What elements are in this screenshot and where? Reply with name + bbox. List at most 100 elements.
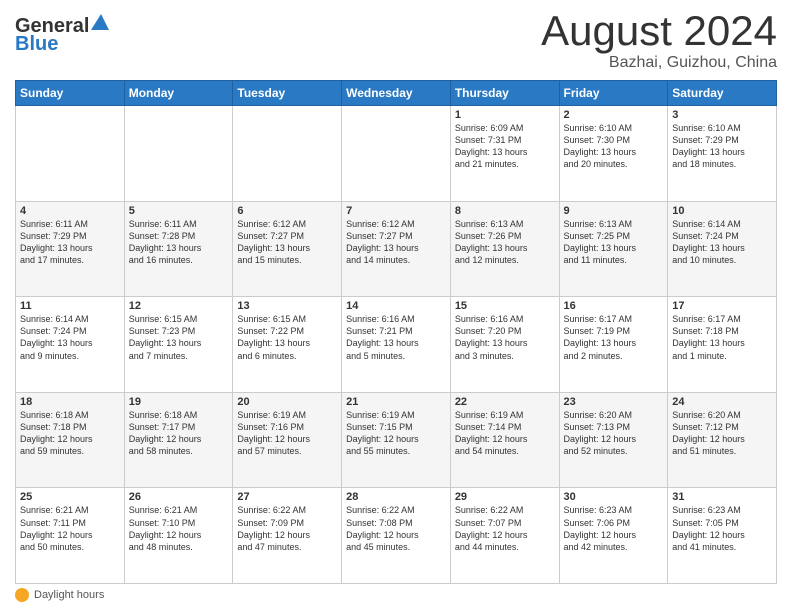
calendar-cell: 27Sunrise: 6:22 AM Sunset: 7:09 PM Dayli…	[233, 488, 342, 584]
calendar-week-5: 25Sunrise: 6:21 AM Sunset: 7:11 PM Dayli…	[16, 488, 777, 584]
day-number: 31	[672, 491, 772, 503]
calendar-cell: 7Sunrise: 6:12 AM Sunset: 7:27 PM Daylig…	[342, 201, 451, 297]
day-info: Sunrise: 6:19 AM Sunset: 7:16 PM Dayligh…	[237, 409, 337, 458]
calendar-cell: 15Sunrise: 6:16 AM Sunset: 7:20 PM Dayli…	[450, 297, 559, 393]
day-info: Sunrise: 6:18 AM Sunset: 7:18 PM Dayligh…	[20, 409, 120, 458]
title-section: August 2024 Bazhai, Guizhou, China	[541, 10, 777, 72]
day-info: Sunrise: 6:20 AM Sunset: 7:12 PM Dayligh…	[672, 409, 772, 458]
day-info: Sunrise: 6:14 AM Sunset: 7:24 PM Dayligh…	[20, 313, 120, 362]
day-number: 8	[455, 205, 555, 217]
calendar-cell: 13Sunrise: 6:15 AM Sunset: 7:22 PM Dayli…	[233, 297, 342, 393]
calendar-cell	[342, 106, 451, 202]
calendar-cell: 10Sunrise: 6:14 AM Sunset: 7:24 PM Dayli…	[668, 201, 777, 297]
day-info: Sunrise: 6:22 AM Sunset: 7:07 PM Dayligh…	[455, 504, 555, 553]
col-header-sunday: Sunday	[16, 81, 125, 106]
day-info: Sunrise: 6:13 AM Sunset: 7:25 PM Dayligh…	[564, 218, 664, 267]
daylight-label: Daylight hours	[34, 589, 104, 601]
day-info: Sunrise: 6:10 AM Sunset: 7:30 PM Dayligh…	[564, 122, 664, 171]
day-number: 27	[237, 491, 337, 503]
day-info: Sunrise: 6:19 AM Sunset: 7:15 PM Dayligh…	[346, 409, 446, 458]
day-number: 19	[129, 396, 229, 408]
day-info: Sunrise: 6:11 AM Sunset: 7:29 PM Dayligh…	[20, 218, 120, 267]
calendar-cell: 30Sunrise: 6:23 AM Sunset: 7:06 PM Dayli…	[559, 488, 668, 584]
day-info: Sunrise: 6:17 AM Sunset: 7:19 PM Dayligh…	[564, 313, 664, 362]
header: General Blue August 2024 Bazhai, Guizhou…	[15, 10, 777, 72]
calendar-cell: 26Sunrise: 6:21 AM Sunset: 7:10 PM Dayli…	[124, 488, 233, 584]
day-info: Sunrise: 6:20 AM Sunset: 7:13 PM Dayligh…	[564, 409, 664, 458]
day-info: Sunrise: 6:09 AM Sunset: 7:31 PM Dayligh…	[455, 122, 555, 171]
col-header-thursday: Thursday	[450, 81, 559, 106]
calendar-cell: 24Sunrise: 6:20 AM Sunset: 7:12 PM Dayli…	[668, 392, 777, 488]
day-number: 24	[672, 396, 772, 408]
calendar-week-3: 11Sunrise: 6:14 AM Sunset: 7:24 PM Dayli…	[16, 297, 777, 393]
calendar-cell: 21Sunrise: 6:19 AM Sunset: 7:15 PM Dayli…	[342, 392, 451, 488]
day-number: 30	[564, 491, 664, 503]
day-info: Sunrise: 6:23 AM Sunset: 7:06 PM Dayligh…	[564, 504, 664, 553]
calendar-cell	[233, 106, 342, 202]
calendar-cell: 1Sunrise: 6:09 AM Sunset: 7:31 PM Daylig…	[450, 106, 559, 202]
calendar-cell: 14Sunrise: 6:16 AM Sunset: 7:21 PM Dayli…	[342, 297, 451, 393]
day-info: Sunrise: 6:11 AM Sunset: 7:28 PM Dayligh…	[129, 218, 229, 267]
calendar-cell: 28Sunrise: 6:22 AM Sunset: 7:08 PM Dayli…	[342, 488, 451, 584]
calendar-cell	[124, 106, 233, 202]
logo-triangle-icon	[91, 12, 111, 32]
col-header-friday: Friday	[559, 81, 668, 106]
logo-blue: Blue	[15, 33, 111, 55]
col-header-tuesday: Tuesday	[233, 81, 342, 106]
col-header-wednesday: Wednesday	[342, 81, 451, 106]
col-header-saturday: Saturday	[668, 81, 777, 106]
calendar-cell: 29Sunrise: 6:22 AM Sunset: 7:07 PM Dayli…	[450, 488, 559, 584]
calendar-cell: 19Sunrise: 6:18 AM Sunset: 7:17 PM Dayli…	[124, 392, 233, 488]
day-info: Sunrise: 6:16 AM Sunset: 7:21 PM Dayligh…	[346, 313, 446, 362]
day-number: 21	[346, 396, 446, 408]
day-info: Sunrise: 6:12 AM Sunset: 7:27 PM Dayligh…	[237, 218, 337, 267]
footer: Daylight hours	[15, 588, 777, 602]
day-info: Sunrise: 6:17 AM Sunset: 7:18 PM Dayligh…	[672, 313, 772, 362]
day-number: 1	[455, 109, 555, 121]
calendar-week-4: 18Sunrise: 6:18 AM Sunset: 7:18 PM Dayli…	[16, 392, 777, 488]
calendar-cell: 3Sunrise: 6:10 AM Sunset: 7:29 PM Daylig…	[668, 106, 777, 202]
calendar-cell: 20Sunrise: 6:19 AM Sunset: 7:16 PM Dayli…	[233, 392, 342, 488]
day-number: 14	[346, 300, 446, 312]
day-number: 22	[455, 396, 555, 408]
day-info: Sunrise: 6:16 AM Sunset: 7:20 PM Dayligh…	[455, 313, 555, 362]
day-number: 26	[129, 491, 229, 503]
calendar-cell: 4Sunrise: 6:11 AM Sunset: 7:29 PM Daylig…	[16, 201, 125, 297]
calendar-cell: 9Sunrise: 6:13 AM Sunset: 7:25 PM Daylig…	[559, 201, 668, 297]
day-number: 4	[20, 205, 120, 217]
calendar-week-1: 1Sunrise: 6:09 AM Sunset: 7:31 PM Daylig…	[16, 106, 777, 202]
day-number: 25	[20, 491, 120, 503]
day-number: 28	[346, 491, 446, 503]
col-header-monday: Monday	[124, 81, 233, 106]
day-number: 20	[237, 396, 337, 408]
day-info: Sunrise: 6:15 AM Sunset: 7:23 PM Dayligh…	[129, 313, 229, 362]
day-number: 7	[346, 205, 446, 217]
day-number: 10	[672, 205, 772, 217]
calendar-cell: 2Sunrise: 6:10 AM Sunset: 7:30 PM Daylig…	[559, 106, 668, 202]
calendar-cell: 31Sunrise: 6:23 AM Sunset: 7:05 PM Dayli…	[668, 488, 777, 584]
day-number: 16	[564, 300, 664, 312]
calendar-cell: 23Sunrise: 6:20 AM Sunset: 7:13 PM Dayli…	[559, 392, 668, 488]
calendar-cell: 16Sunrise: 6:17 AM Sunset: 7:19 PM Dayli…	[559, 297, 668, 393]
day-number: 2	[564, 109, 664, 121]
day-number: 3	[672, 109, 772, 121]
calendar-cell: 8Sunrise: 6:13 AM Sunset: 7:26 PM Daylig…	[450, 201, 559, 297]
calendar-table: SundayMondayTuesdayWednesdayThursdayFrid…	[15, 80, 777, 584]
day-info: Sunrise: 6:12 AM Sunset: 7:27 PM Dayligh…	[346, 218, 446, 267]
day-info: Sunrise: 6:15 AM Sunset: 7:22 PM Dayligh…	[237, 313, 337, 362]
day-number: 6	[237, 205, 337, 217]
day-number: 5	[129, 205, 229, 217]
day-number: 23	[564, 396, 664, 408]
calendar-cell: 22Sunrise: 6:19 AM Sunset: 7:14 PM Dayli…	[450, 392, 559, 488]
day-number: 13	[237, 300, 337, 312]
day-number: 15	[455, 300, 555, 312]
calendar-cell: 12Sunrise: 6:15 AM Sunset: 7:23 PM Dayli…	[124, 297, 233, 393]
calendar-cell: 18Sunrise: 6:18 AM Sunset: 7:18 PM Dayli…	[16, 392, 125, 488]
day-info: Sunrise: 6:23 AM Sunset: 7:05 PM Dayligh…	[672, 504, 772, 553]
day-info: Sunrise: 6:22 AM Sunset: 7:09 PM Dayligh…	[237, 504, 337, 553]
day-number: 18	[20, 396, 120, 408]
day-info: Sunrise: 6:22 AM Sunset: 7:08 PM Dayligh…	[346, 504, 446, 553]
day-info: Sunrise: 6:21 AM Sunset: 7:11 PM Dayligh…	[20, 504, 120, 553]
location: Bazhai, Guizhou, China	[541, 54, 777, 72]
day-info: Sunrise: 6:18 AM Sunset: 7:17 PM Dayligh…	[129, 409, 229, 458]
